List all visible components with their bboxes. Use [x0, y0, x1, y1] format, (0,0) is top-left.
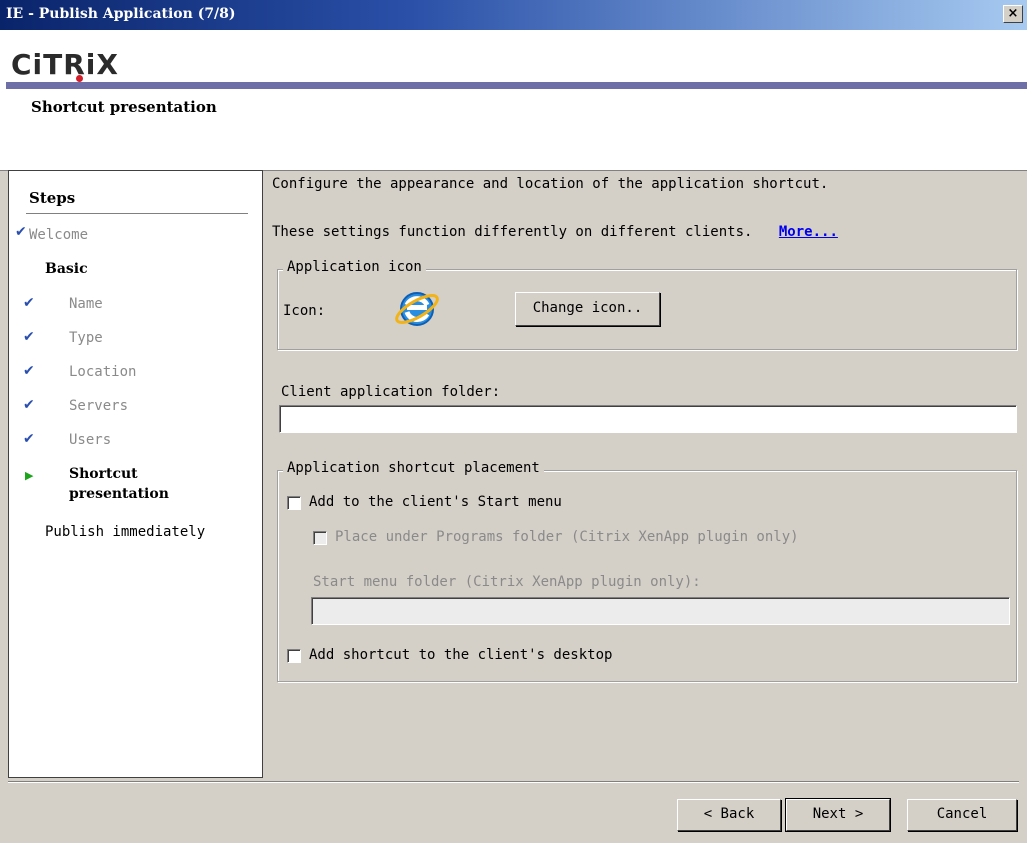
clients-note: These settings function differently on d… [272, 224, 838, 240]
page-title: Shortcut presentation [31, 98, 217, 116]
footer-divider [8, 781, 1019, 783]
next-button[interactable]: Next > [785, 798, 891, 832]
step-users: Users [69, 432, 112, 448]
start-menu-checkbox-label[interactable]: Add to the client's Start menu [309, 494, 562, 510]
icon-label: Icon: [283, 303, 326, 319]
check-icon: ✔ [23, 363, 35, 379]
step-servers: Servers [69, 398, 129, 414]
check-icon: ✔ [23, 397, 35, 413]
back-button[interactable]: < Back [677, 799, 781, 831]
step-welcome: Welcome [29, 227, 89, 243]
wizard-header: CiTRiX Shortcut presentation [0, 30, 1027, 171]
step-location: Location [69, 364, 137, 380]
start-menu-checkbox[interactable] [287, 496, 301, 510]
clients-note-text: These settings function differently on d… [272, 224, 753, 240]
check-icon: ✔ [15, 224, 27, 240]
citrix-logo: CiTRiX [11, 48, 119, 81]
step-group-basic: Basic [45, 261, 88, 277]
close-button[interactable]: × [1003, 5, 1023, 23]
more-link[interactable]: More... [779, 224, 838, 240]
application-icon-legend: Application icon [283, 259, 426, 275]
desktop-shortcut-checkbox[interactable] [287, 649, 301, 663]
current-step-arrow-icon: ▶ [25, 469, 34, 482]
shortcut-placement-legend: Application shortcut placement [283, 460, 544, 476]
client-folder-label: Client application folder: [281, 384, 501, 400]
close-icon: × [1007, 6, 1019, 21]
step-type: Type [69, 330, 103, 346]
window-title: IE - Publish Application (7/8) [6, 6, 236, 22]
internet-explorer-icon [395, 292, 439, 326]
steps-panel: Steps ✔ Welcome Basic ✔ Name ✔ Type ✔ Lo… [8, 170, 263, 778]
programs-folder-checkbox-label: Place under Programs folder (Citrix XenA… [335, 529, 799, 545]
change-icon-button[interactable]: Change icon.. [515, 292, 660, 326]
step-publish-immediately: Publish immediately [45, 524, 206, 540]
step-shortcut-presentation-line2: presentation [69, 486, 169, 502]
steps-divider [26, 213, 248, 214]
publish-application-window: IE - Publish Application (7/8) × CiTRiX … [0, 0, 1027, 843]
step-shortcut-presentation: Shortcut [69, 466, 138, 482]
start-menu-folder-input[interactable] [311, 597, 1010, 625]
citrix-logo-dot [76, 75, 83, 82]
page-description: Configure the appearance and location of… [272, 176, 829, 192]
desktop-shortcut-checkbox-label[interactable]: Add shortcut to the client's desktop [309, 647, 612, 663]
cancel-button[interactable]: Cancel [907, 799, 1017, 831]
check-icon: ✔ [23, 431, 35, 447]
step-name: Name [69, 296, 103, 312]
title-bar[interactable]: IE - Publish Application (7/8) × [0, 0, 1027, 30]
header-accent-bar [6, 82, 1027, 89]
steps-title: Steps [29, 189, 76, 207]
check-icon: ✔ [23, 295, 35, 311]
programs-folder-checkbox[interactable] [313, 531, 327, 545]
start-menu-folder-label: Start menu folder (Citrix XenApp plugin … [313, 574, 701, 590]
client-folder-input[interactable] [279, 405, 1017, 433]
check-icon: ✔ [23, 329, 35, 345]
